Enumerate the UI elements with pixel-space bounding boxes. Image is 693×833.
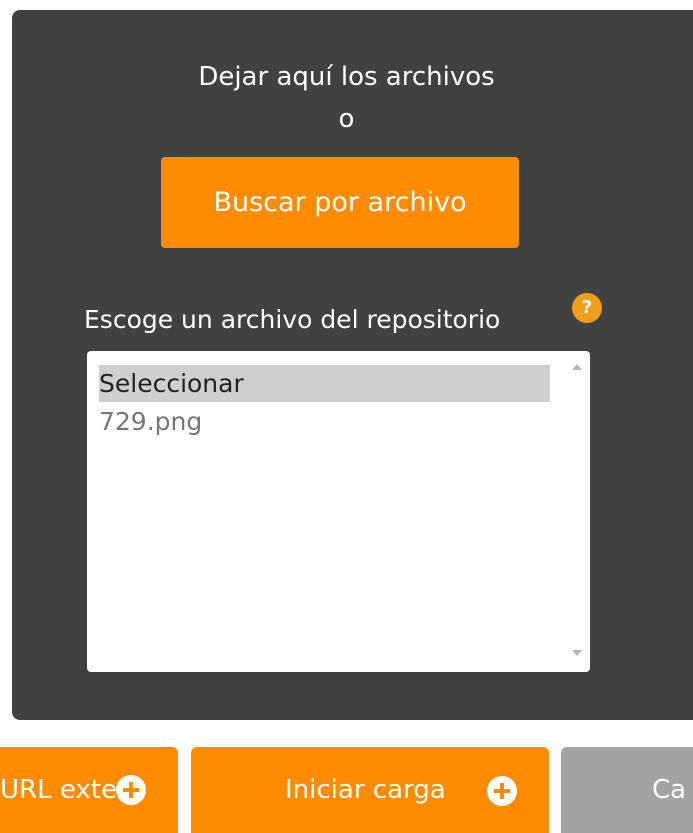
repository-label: Escoge un archivo del repositorio: [84, 305, 501, 334]
cancel-label: Ca: [652, 775, 687, 805]
start-upload-label: Iniciar carga: [285, 775, 446, 805]
cancel-button[interactable]: Ca: [561, 747, 693, 833]
browse-file-button[interactable]: Buscar por archivo: [161, 157, 519, 248]
external-url-label: URL exter: [0, 775, 128, 805]
plus-circle-icon: [116, 775, 146, 805]
scroll-up-arrow-icon[interactable]: [572, 364, 582, 370]
plus-circle-icon: [487, 776, 517, 806]
or-separator: o: [338, 104, 355, 134]
scroll-down-arrow-icon[interactable]: [572, 650, 582, 656]
list-item-729-png[interactable]: 729.png: [99, 403, 550, 440]
list-scrollbar[interactable]: [564, 351, 590, 672]
help-question-icon[interactable]: ?: [572, 293, 602, 323]
repository-file-list[interactable]: Seleccionar 729.png: [87, 351, 590, 672]
drop-zone-text: Dejar aquí los archivos: [198, 62, 495, 92]
start-upload-button[interactable]: Iniciar carga: [191, 747, 549, 833]
external-url-button[interactable]: URL exter: [0, 747, 178, 833]
list-item-seleccionar[interactable]: Seleccionar: [99, 365, 550, 402]
